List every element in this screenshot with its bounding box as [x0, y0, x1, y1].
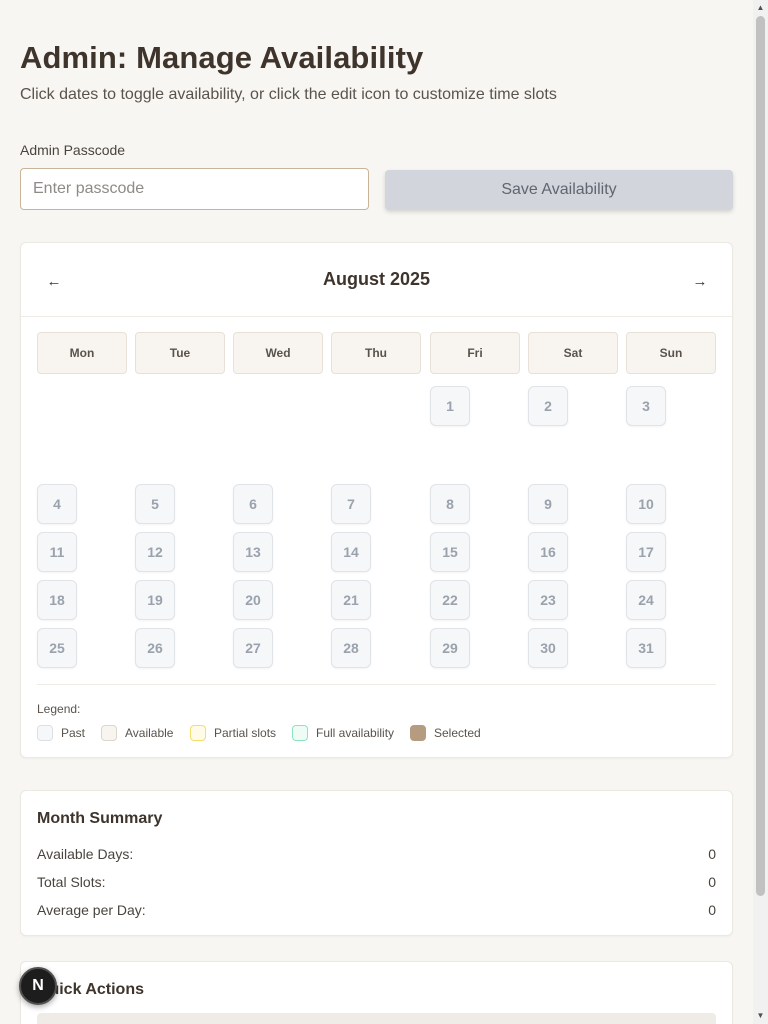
month-title: August 2025 [322, 269, 431, 289]
legend-label: Selected [434, 726, 481, 740]
day-cell[interactable]: 15 [430, 532, 470, 572]
day-cell[interactable]: 24 [626, 580, 666, 620]
legend-label: Available [125, 726, 174, 740]
day-cell[interactable]: 14 [331, 532, 371, 572]
summary-row-available-days: Available Days: 0 [37, 846, 716, 862]
legend-item-selected: Selected [410, 724, 481, 742]
day-cell[interactable]: 27 [233, 628, 273, 668]
summary-value: 0 [708, 902, 716, 918]
day-cell[interactable]: 17 [626, 532, 666, 572]
legend-swatch-selected [410, 725, 426, 741]
legend-title: Legend: [37, 702, 81, 716]
day-cell[interactable]: 21 [331, 580, 371, 620]
passcode-label: Admin Passcode [20, 142, 126, 158]
day-cell[interactable]: 1 [430, 386, 470, 426]
page-title: Admin: Manage Availability [20, 40, 424, 75]
legend-swatch-past [37, 725, 53, 741]
summary-label: Average per Day: [37, 902, 146, 918]
summary-label: Total Slots: [37, 874, 106, 890]
day-cell[interactable]: 20 [233, 580, 273, 620]
day-cell[interactable]: 29 [430, 628, 470, 668]
day-cell[interactable]: 12 [135, 532, 175, 572]
weekday-header-sat: Sat [528, 332, 618, 374]
weekday-header-wed: Wed [233, 332, 323, 374]
legend-swatch-available [101, 725, 117, 741]
page: Admin: Manage Availability Click dates t… [0, 0, 768, 1024]
day-cell[interactable]: 30 [528, 628, 568, 668]
vertical-scrollbar[interactable]: ▲ ▼ [753, 0, 768, 1024]
weekday-header-mon: Mon [37, 332, 127, 374]
day-cell[interactable]: 23 [528, 580, 568, 620]
day-cell[interactable]: 3 [626, 386, 666, 426]
day-cell[interactable]: 10 [626, 484, 666, 524]
legend-label: Past [61, 726, 86, 740]
weekday-header-thu: Thu [331, 332, 421, 374]
summary-title: Month Summary [37, 810, 163, 827]
page-subtitle: Click dates to toggle availability, or c… [20, 86, 557, 103]
weekday-header-tue: Tue [135, 332, 225, 374]
day-cell[interactable]: 16 [528, 532, 568, 572]
day-cell[interactable]: 11 [37, 532, 77, 572]
passcode-input[interactable] [20, 168, 369, 210]
day-cell[interactable]: 5 [135, 484, 175, 524]
day-cell[interactable]: 7 [331, 484, 371, 524]
day-cell[interactable]: 25 [37, 628, 77, 668]
legend-divider [37, 684, 716, 685]
calendar-card: ← August 2025 → Mon Tue Wed Thu Fri Sat … [20, 242, 733, 758]
legend-item-partial: Partial slots [190, 724, 276, 742]
weekday-header-sun: Sun [626, 332, 716, 374]
scrollbar-thumb[interactable] [756, 16, 765, 896]
legend-label: Full availability [316, 726, 395, 740]
day-cell[interactable]: 22 [430, 580, 470, 620]
summary-row-average-per-day: Average per Day: 0 [37, 902, 716, 918]
month-summary-card: Month Summary Available Days: 0 Total Sl… [20, 790, 733, 936]
day-cell[interactable]: 13 [233, 532, 273, 572]
day-cell[interactable]: 18 [37, 580, 77, 620]
day-cell[interactable]: 9 [528, 484, 568, 524]
legend-swatch-partial [190, 725, 206, 741]
summary-row-total-slots: Total Slots: 0 [37, 874, 716, 890]
weekday-header-fri: Fri [430, 332, 520, 374]
scroll-down-arrow-icon[interactable]: ▼ [753, 1010, 768, 1022]
day-cell[interactable]: 31 [626, 628, 666, 668]
save-availability-button[interactable]: Save Availability [385, 170, 733, 210]
summary-label: Available Days: [37, 846, 134, 862]
calendar-header: ← August 2025 → [21, 243, 732, 317]
legend-item-available: Available [101, 724, 173, 742]
day-cell[interactable]: 19 [135, 580, 175, 620]
quick-action-button[interactable] [37, 1013, 716, 1024]
next-month-button[interactable]: → [688, 270, 712, 294]
legend-label: Partial slots [214, 726, 277, 740]
legend-item-full: Full availability [292, 724, 394, 742]
legend-swatch-full [292, 725, 308, 741]
day-cell[interactable]: 4 [37, 484, 77, 524]
quick-actions-card: Quick Actions [20, 961, 733, 1024]
scroll-up-arrow-icon[interactable]: ▲ [753, 2, 768, 14]
day-cell[interactable]: 2 [528, 386, 568, 426]
nextjs-dev-badge-icon[interactable]: N [19, 967, 57, 1005]
day-cell[interactable]: 8 [430, 484, 470, 524]
day-cell[interactable]: 6 [233, 484, 273, 524]
legend-item-past: Past [37, 724, 85, 742]
summary-value: 0 [708, 846, 716, 862]
summary-value: 0 [708, 874, 716, 890]
day-cell[interactable]: 26 [135, 628, 175, 668]
day-cell[interactable]: 28 [331, 628, 371, 668]
